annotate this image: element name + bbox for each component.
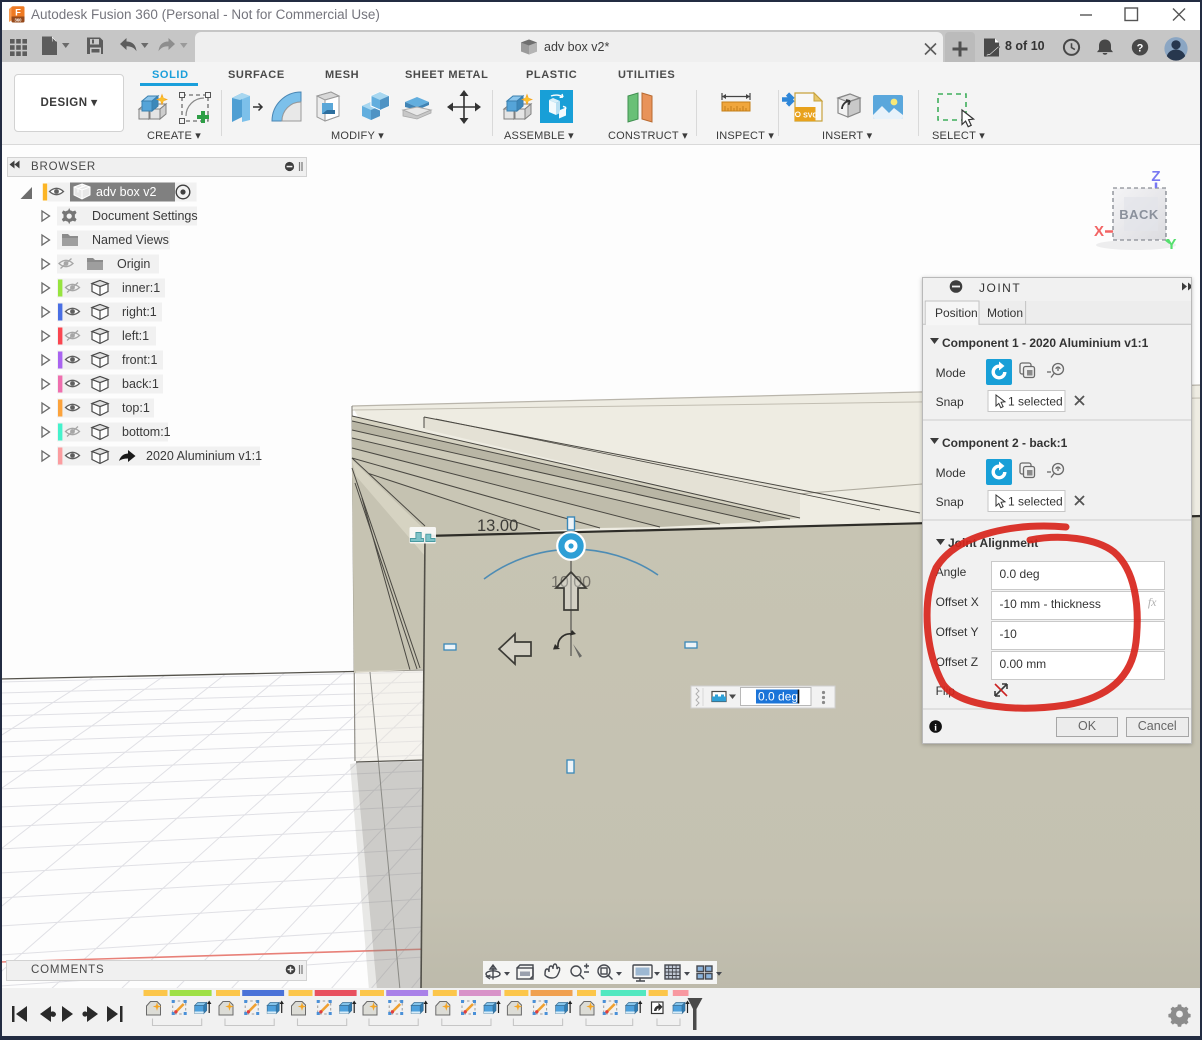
- svg-text:?: ?: [1137, 42, 1144, 54]
- svg-text:Named Views: Named Views: [92, 233, 169, 247]
- svg-text:0.0 deg: 0.0 deg: [758, 690, 798, 704]
- svg-text:front:1: front:1: [122, 353, 157, 367]
- svg-text:Z: Z: [1151, 168, 1160, 185]
- svg-text:inner:1: inner:1: [122, 281, 160, 295]
- svg-text:13.00: 13.00: [477, 517, 518, 535]
- svg-text:360: 360: [15, 17, 23, 22]
- svg-text:adv box v2: adv box v2: [96, 185, 157, 199]
- svg-text:X: X: [1094, 223, 1104, 240]
- svg-text:top:1: top:1: [122, 401, 150, 415]
- svg-text:right:1: right:1: [122, 305, 157, 319]
- svg-text:1 selected: 1 selected: [1008, 495, 1063, 509]
- svg-text:back:1: back:1: [122, 377, 159, 391]
- svg-text:BACK: BACK: [1119, 207, 1159, 222]
- svg-text:Origin: Origin: [117, 257, 150, 271]
- svg-text:i: i: [934, 724, 937, 734]
- svg-text:Y: Y: [1166, 236, 1176, 253]
- svg-text:Document Settings: Document Settings: [92, 209, 198, 223]
- svg-text:SVG: SVG: [803, 113, 818, 120]
- svg-text:bottom:1: bottom:1: [122, 425, 171, 439]
- svg-text:1 selected: 1 selected: [1008, 395, 1063, 409]
- svg-text:2020 Aluminium v1:1: 2020 Aluminium v1:1: [146, 449, 262, 463]
- svg-text:left:1: left:1: [122, 329, 149, 343]
